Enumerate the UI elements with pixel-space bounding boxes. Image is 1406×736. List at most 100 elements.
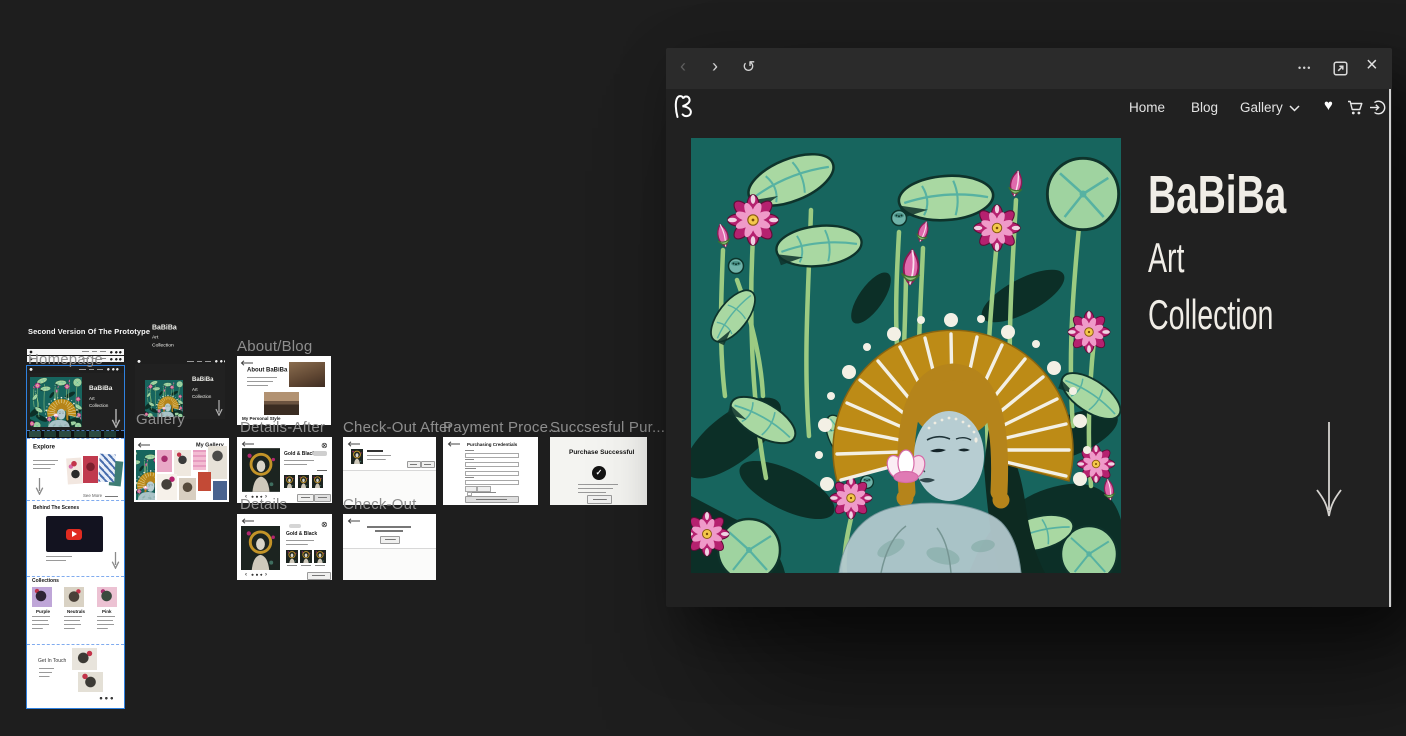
price-line (317, 470, 327, 471)
explore-title: Explore (33, 443, 55, 450)
preview-titlebar[interactable]: ‹ › ↺ ••• × (666, 48, 1392, 89)
nav-link-home[interactable]: Home (1129, 100, 1165, 115)
confirm-button[interactable] (380, 536, 400, 544)
frame-label-checkout-after[interactable]: Check-Out After (343, 419, 453, 436)
input-field-3[interactable] (465, 471, 519, 477)
about-text-lines (247, 377, 277, 388)
question-line-1 (367, 526, 411, 528)
input-field-4[interactable] (465, 480, 519, 486)
frame-label-gallery[interactable]: Gallery (136, 411, 185, 428)
behind-caption-lines (46, 556, 72, 563)
hero-thumb-line2: Collection (89, 403, 108, 408)
product-thumb-2[interactable] (300, 550, 312, 563)
carousel-next-icon[interactable]: › (265, 571, 267, 578)
see-more-label: See More (83, 493, 102, 498)
floating-line2: Collection (152, 342, 174, 348)
checkout-button-1[interactable] (407, 461, 421, 468)
preview-scrollbar[interactable] (1389, 89, 1391, 607)
product-thumb-3[interactable] (312, 475, 323, 488)
frame-label-about[interactable]: About/Blog (237, 338, 312, 355)
frame-label-homepage[interactable]: Homepage (28, 351, 103, 368)
input-field-2[interactable] (465, 462, 519, 468)
frame-homepage[interactable]: BaBiBa Art Collection Explore See More B… (27, 366, 124, 708)
thumb-caption (287, 565, 297, 566)
canvas-section-title[interactable]: Second Version Of The Prototype (28, 327, 150, 336)
frame-label-details[interactable]: Details (240, 496, 287, 513)
nav-link-blog[interactable]: Blog (1191, 100, 1218, 115)
card-neutrals-lines (64, 616, 82, 631)
close-button[interactable]: × (1366, 54, 1378, 77)
reload-button[interactable]: ↺ (742, 57, 755, 77)
site-hero-title: BaBiBa (1148, 164, 1286, 226)
frame-details-after[interactable]: ⊗ Gold & Black ‹ › (237, 437, 332, 503)
frame-label-success[interactable]: Succsesful Pur... (550, 419, 665, 436)
babiba-logo-icon[interactable] (672, 94, 694, 119)
about-title: About BaBiBa (247, 366, 287, 373)
carousel-prev-icon[interactable]: ‹ (245, 571, 247, 578)
terms-line (472, 492, 496, 493)
gallery-tile-artwork (136, 450, 155, 500)
gallery-tile (157, 474, 177, 500)
figma-canvas[interactable]: Second Version Of The Prototype BaBiBa A… (0, 0, 666, 736)
frame-success[interactable]: Purchase Successful ✓ (550, 437, 647, 505)
open-in-new-window-button[interactable] (1333, 61, 1348, 76)
input-field-1[interactable] (465, 453, 519, 459)
product-text-lines (284, 460, 314, 467)
frame-label-payment[interactable]: Payment Proce... (443, 419, 561, 436)
payment-method-box-2[interactable] (477, 486, 491, 492)
forward-button[interactable]: › (712, 56, 718, 77)
frame-checkout[interactable] (343, 514, 436, 580)
hero-alt-navbar (135, 358, 225, 364)
cart-icon[interactable] (1347, 100, 1364, 116)
more-options-button[interactable]: ••• (1298, 63, 1312, 73)
floating-line1: Art (152, 334, 158, 340)
product-thumb-1[interactable] (286, 550, 298, 563)
product-badge (289, 524, 301, 528)
details-button-2[interactable] (314, 494, 331, 502)
payment-title: Purchasing Credentials (467, 442, 517, 447)
details-button-1[interactable] (297, 494, 314, 502)
frame-label-details-after[interactable]: Details-After (240, 419, 325, 436)
sign-in-icon[interactable] (1369, 99, 1386, 116)
success-button[interactable] (587, 495, 612, 504)
submit-button[interactable] (465, 496, 519, 503)
play-button[interactable] (66, 529, 82, 540)
gallery-tile (174, 450, 191, 476)
product-text-lines (286, 540, 314, 547)
homepage-footer: Get In Touch (27, 644, 124, 708)
frame-hero-alt[interactable]: BaBiBa Art Collection (135, 358, 225, 419)
card-purple-image (32, 587, 52, 607)
cart-item-thumb (351, 449, 363, 464)
frame-details[interactable]: ⊗ Gold & Black ‹ › (237, 514, 332, 580)
product-thumb-1[interactable] (284, 475, 295, 488)
explore-image-blue (98, 454, 115, 483)
close-circle-icon[interactable]: ⊗ (321, 520, 328, 530)
homepage-artwork-strip (27, 430, 124, 438)
chevron-down-icon[interactable] (1289, 105, 1300, 112)
gallery-tile (179, 478, 196, 500)
card-neutrals-label: Neutrals (67, 609, 85, 614)
frame-payment[interactable]: Purchasing Credentials (443, 437, 538, 505)
card-pink-image (97, 587, 117, 607)
footer-lines (39, 668, 54, 679)
hero-alt-line1: Art (192, 387, 198, 392)
homepage-collections: Collections Purple Neutrals Pink (27, 576, 124, 644)
footer-image-2 (78, 672, 103, 692)
checkout-button-2[interactable] (421, 461, 435, 468)
back-button[interactable]: ‹ (680, 56, 686, 77)
frame-checkout-after[interactable] (343, 437, 436, 505)
frame-about[interactable]: About BaBiBa My Personal Style (237, 356, 331, 425)
success-text-lines (578, 484, 618, 495)
product-thumb-2[interactable] (298, 475, 309, 488)
success-check-circle: ✓ (592, 466, 606, 480)
frame-gallery[interactable]: My Gallery (134, 438, 229, 502)
product-thumb-3[interactable] (314, 550, 326, 563)
footer-image-1 (72, 648, 97, 670)
card-neutrals-image (64, 587, 84, 607)
wishlist-heart-icon[interactable]: ♥ (1324, 97, 1333, 114)
nav-link-gallery[interactable]: Gallery (1240, 100, 1283, 115)
close-circle-icon[interactable]: ⊗ (321, 441, 328, 451)
frame-divider (27, 576, 124, 577)
details-button[interactable] (307, 572, 331, 580)
frame-label-checkout[interactable]: Check-Out (343, 496, 417, 513)
